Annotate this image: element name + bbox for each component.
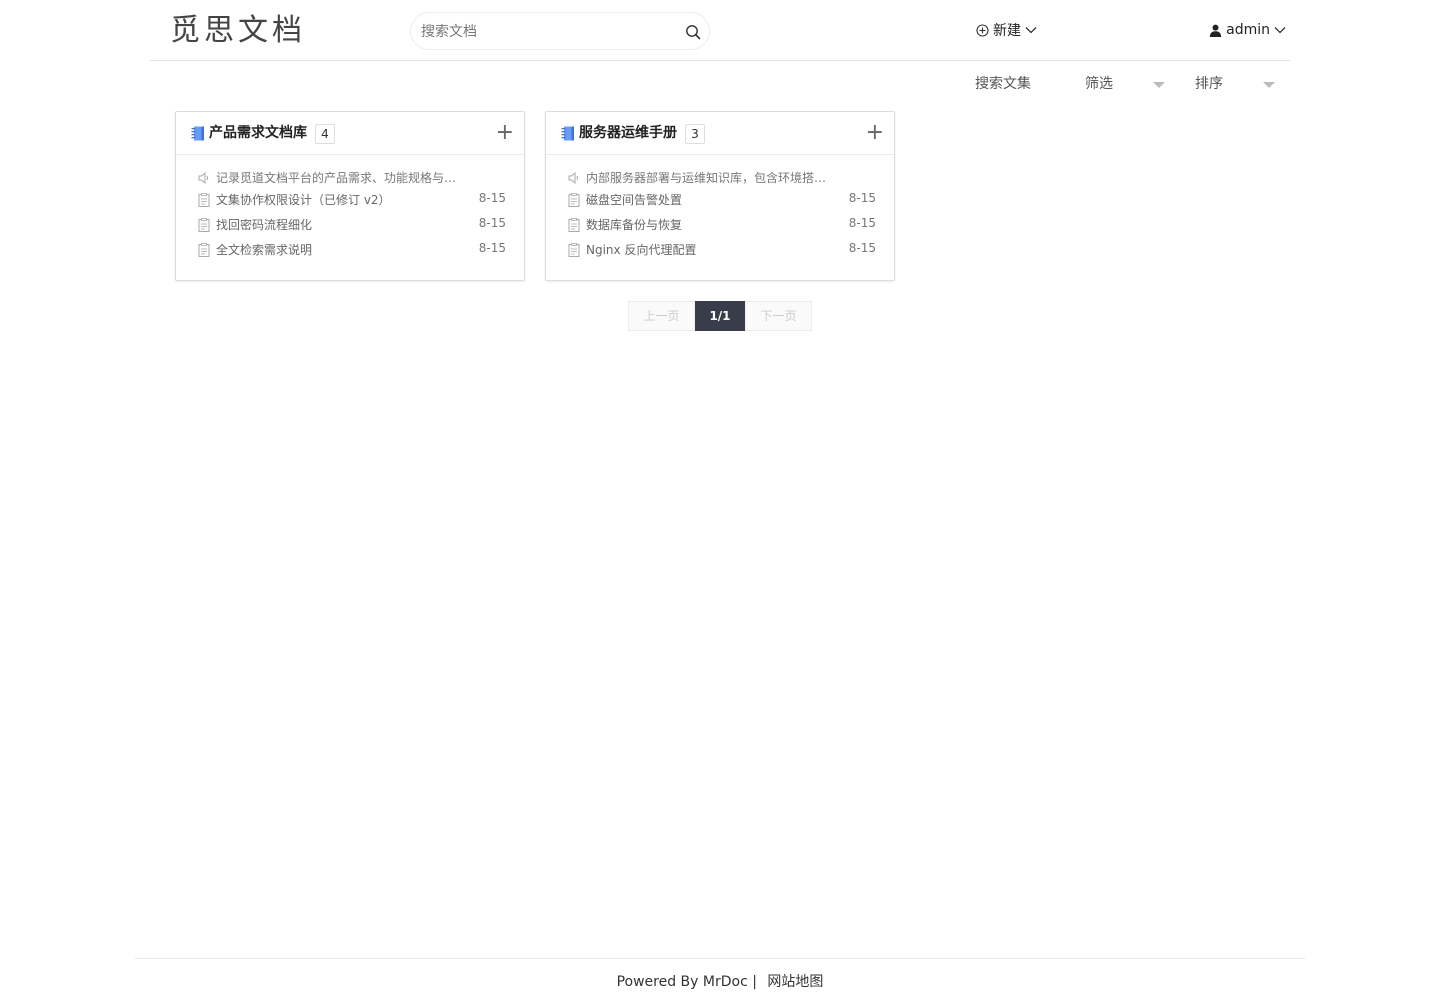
doc-link[interactable]: 全文检索需求说明 <box>216 240 466 260</box>
sitemap-link[interactable]: 网站地图 <box>767 974 823 990</box>
collection-intro-text: 记录觅道文档平台的产品需求、功能规格与迭... <box>216 171 466 185</box>
document-icon <box>198 243 210 257</box>
mrdoc-link[interactable]: MrDoc <box>703 974 748 990</box>
book-icon <box>191 126 204 141</box>
doc-date: 8-15 <box>478 216 506 230</box>
collection-intro-text: 内部服务器部署与运维知识库，包含环境搭建... <box>586 171 836 185</box>
list-item: Nginx 反向代理配置 8-15 <box>566 240 876 265</box>
doc-link[interactable]: Nginx 反向代理配置 <box>586 240 836 260</box>
collection-card: 产品需求文档库 4 + 记录觅道文档平台的产品需求、功能规格与迭... 文集协作… <box>175 111 525 281</box>
document-icon <box>198 218 210 232</box>
doc-link[interactable]: 文集协作权限设计（已修订 v2） <box>216 190 466 210</box>
plus-circle-icon <box>976 23 989 37</box>
pagination: 上一页 1/1 下一页 <box>628 301 812 331</box>
document-icon <box>568 193 580 207</box>
doc-date: 8-15 <box>848 241 876 255</box>
next-page-button[interactable]: 下一页 <box>745 301 812 331</box>
collection-title[interactable]: 产品需求文档库 <box>209 124 307 142</box>
page-footer: Powered By MrDoc | 网站地图 <box>135 958 1305 1000</box>
doc-date: 8-15 <box>478 191 506 205</box>
document-icon <box>568 218 580 232</box>
add-doc-button[interactable]: + <box>496 122 514 144</box>
user-name: admin <box>1226 22 1270 38</box>
search-collections-button[interactable]: 搜索文集 <box>975 75 1031 93</box>
chevron-down-icon <box>1274 27 1286 34</box>
top-header: 觅思文档 新建 admin <box>150 0 1290 61</box>
add-doc-button[interactable]: + <box>866 122 884 144</box>
list-item: 磁盘空间告警处置 8-15 <box>566 190 876 215</box>
document-icon <box>568 243 580 257</box>
collection-intro: 记录觅道文档平台的产品需求、功能规格与迭... <box>196 168 506 190</box>
doc-link[interactable]: 找回密码流程细化 <box>216 215 466 235</box>
doc-link[interactable]: 磁盘空间告警处置 <box>586 190 836 210</box>
list-item: 文集协作权限设计（已修订 v2） 8-15 <box>196 190 506 215</box>
doc-count-badge: 3 <box>685 124 705 144</box>
list-item: 数据库备份与恢复 8-15 <box>566 215 876 240</box>
doc-date: 8-15 <box>478 241 506 255</box>
footer-powered-text: Powered By <box>616 974 699 990</box>
user-icon <box>1209 24 1222 37</box>
doc-link[interactable]: 数据库备份与恢复 <box>586 215 836 235</box>
speaker-icon <box>198 171 209 185</box>
document-icon <box>198 193 210 207</box>
footer-separator: | <box>752 974 757 990</box>
search-icon[interactable] <box>685 24 701 40</box>
search-input[interactable] <box>421 21 671 43</box>
collection-title[interactable]: 服务器运维手册 <box>579 124 677 142</box>
collection-card-header: 产品需求文档库 4 + <box>176 112 524 155</box>
list-item: 全文检索需求说明 8-15 <box>196 240 506 265</box>
doc-count-badge: 4 <box>315 124 335 144</box>
speaker-icon <box>568 171 579 185</box>
collection-card-header: 服务器运维手册 3 + <box>546 112 894 155</box>
list-item: 找回密码流程细化 8-15 <box>196 215 506 240</box>
filter-caret-icon[interactable] <box>1153 82 1165 88</box>
collection-intro: 内部服务器部署与运维知识库，包含环境搭建... <box>566 168 876 190</box>
search-box <box>410 12 710 50</box>
prev-page-button[interactable]: 上一页 <box>628 301 695 331</box>
sort-select[interactable]: 排序 <box>1195 75 1223 93</box>
new-label: 新建 <box>993 23 1021 39</box>
doc-list: 记录觅道文档平台的产品需求、功能规格与迭... 文集协作权限设计（已修订 v2）… <box>196 168 506 265</box>
new-dropdown-button[interactable]: 新建 <box>976 20 1037 40</box>
chevron-down-icon <box>1025 27 1037 34</box>
site-logo[interactable]: 觅思文档 <box>170 12 306 50</box>
collection-card: 服务器运维手册 3 + 内部服务器部署与运维知识库，包含环境搭建... 磁盘空间… <box>545 111 895 281</box>
current-page-indicator: 1/1 <box>695 301 745 331</box>
sort-caret-icon[interactable] <box>1263 82 1275 88</box>
book-icon <box>561 126 574 141</box>
user-menu-button[interactable]: admin <box>1209 20 1286 40</box>
doc-list: 内部服务器部署与运维知识库，包含环境搭建... 磁盘空间告警处置 8-15 数据… <box>566 168 876 265</box>
doc-date: 8-15 <box>848 216 876 230</box>
collection-toolbar: 搜索文集 筛选 排序 <box>960 72 1290 96</box>
filter-select[interactable]: 筛选 <box>1085 75 1113 93</box>
doc-date: 8-15 <box>848 191 876 205</box>
